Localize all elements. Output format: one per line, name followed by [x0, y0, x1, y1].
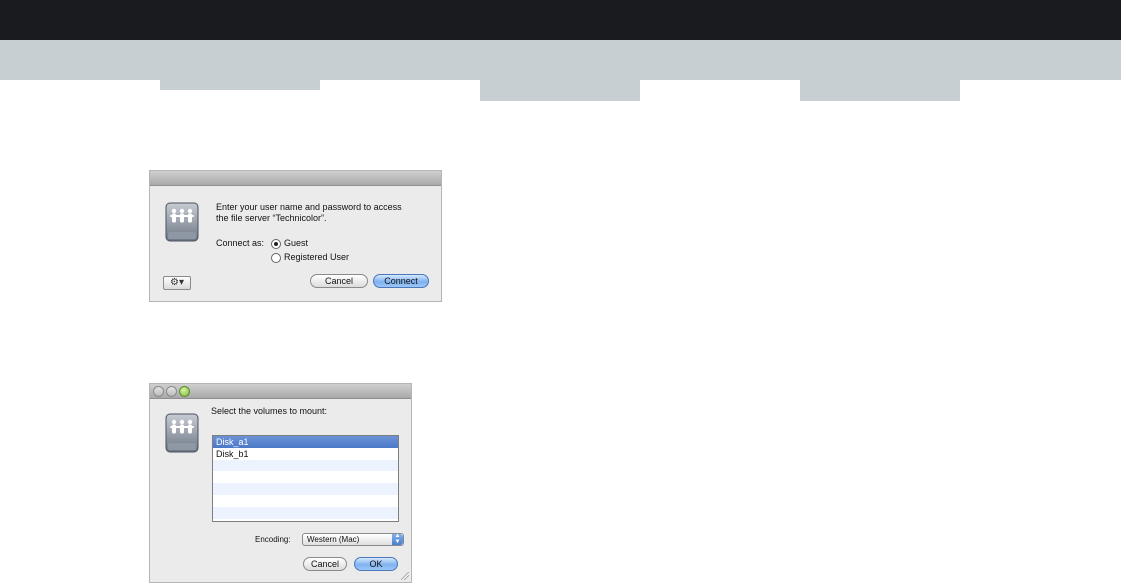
tab-slot-1	[160, 80, 320, 90]
volumes-list[interactable]: Disk_a1 Disk_b1	[212, 435, 399, 522]
file-server-icon	[165, 413, 199, 453]
radio-guest[interactable]: Guest	[271, 238, 308, 249]
login-message-line2: the file server “Technicolor”.	[216, 213, 327, 223]
file-server-icon	[165, 202, 199, 242]
radio-registered-user-label: Registered User	[284, 252, 350, 262]
tab-slot-2	[480, 80, 640, 101]
volumes-dialog-titlebar[interactable]	[150, 384, 411, 399]
encoding-label: Encoding:	[255, 535, 291, 544]
radio-registered-user[interactable]: Registered User	[271, 252, 349, 263]
volumes-prompt: Select the volumes to mount:	[211, 406, 328, 416]
gear-icon: ⚙▾	[170, 277, 184, 288]
top-bar	[0, 0, 1121, 40]
list-item[interactable]: Disk_b1	[213, 448, 398, 460]
minimize-window-button[interactable]	[166, 386, 177, 397]
encoding-value: Western (Mac)	[307, 535, 360, 544]
cancel-button[interactable]: Cancel	[303, 557, 347, 571]
select-arrows-icon: ▲ ▼	[392, 533, 403, 545]
login-message-line1: Enter your user name and password to acc…	[216, 202, 402, 212]
nav-band	[0, 40, 1121, 80]
list-item-empty	[213, 471, 398, 483]
radio-guest-button[interactable]	[271, 238, 281, 249]
connect-as-label: Connect as:	[216, 238, 265, 248]
list-item-empty	[213, 459, 398, 472]
cancel-button[interactable]: Cancel	[310, 274, 368, 288]
list-item[interactable]: Disk_a1	[213, 436, 398, 448]
action-menu-button[interactable]: ⚙▾	[163, 276, 191, 290]
list-item-empty	[213, 506, 398, 519]
tab-slot-3	[800, 80, 960, 101]
zoom-window-button[interactable]	[179, 386, 190, 397]
list-item-empty	[213, 495, 398, 507]
login-dialog: Enter your user name and password to acc…	[150, 171, 441, 301]
login-dialog-titlebar[interactable]	[150, 171, 441, 186]
close-window-button[interactable]	[153, 386, 164, 397]
list-item-empty	[213, 483, 398, 495]
volumes-dialog: Select the volumes to mount: Disk_a1 Dis…	[150, 384, 411, 582]
radio-guest-label: Guest	[284, 238, 309, 248]
encoding-select[interactable]: Western (Mac) ▲ ▼	[302, 533, 404, 546]
connect-button[interactable]: Connect	[373, 274, 429, 288]
ok-button[interactable]: OK	[354, 557, 398, 571]
radio-registered-user-button[interactable]	[271, 252, 281, 263]
resize-grip-icon[interactable]	[401, 572, 409, 580]
